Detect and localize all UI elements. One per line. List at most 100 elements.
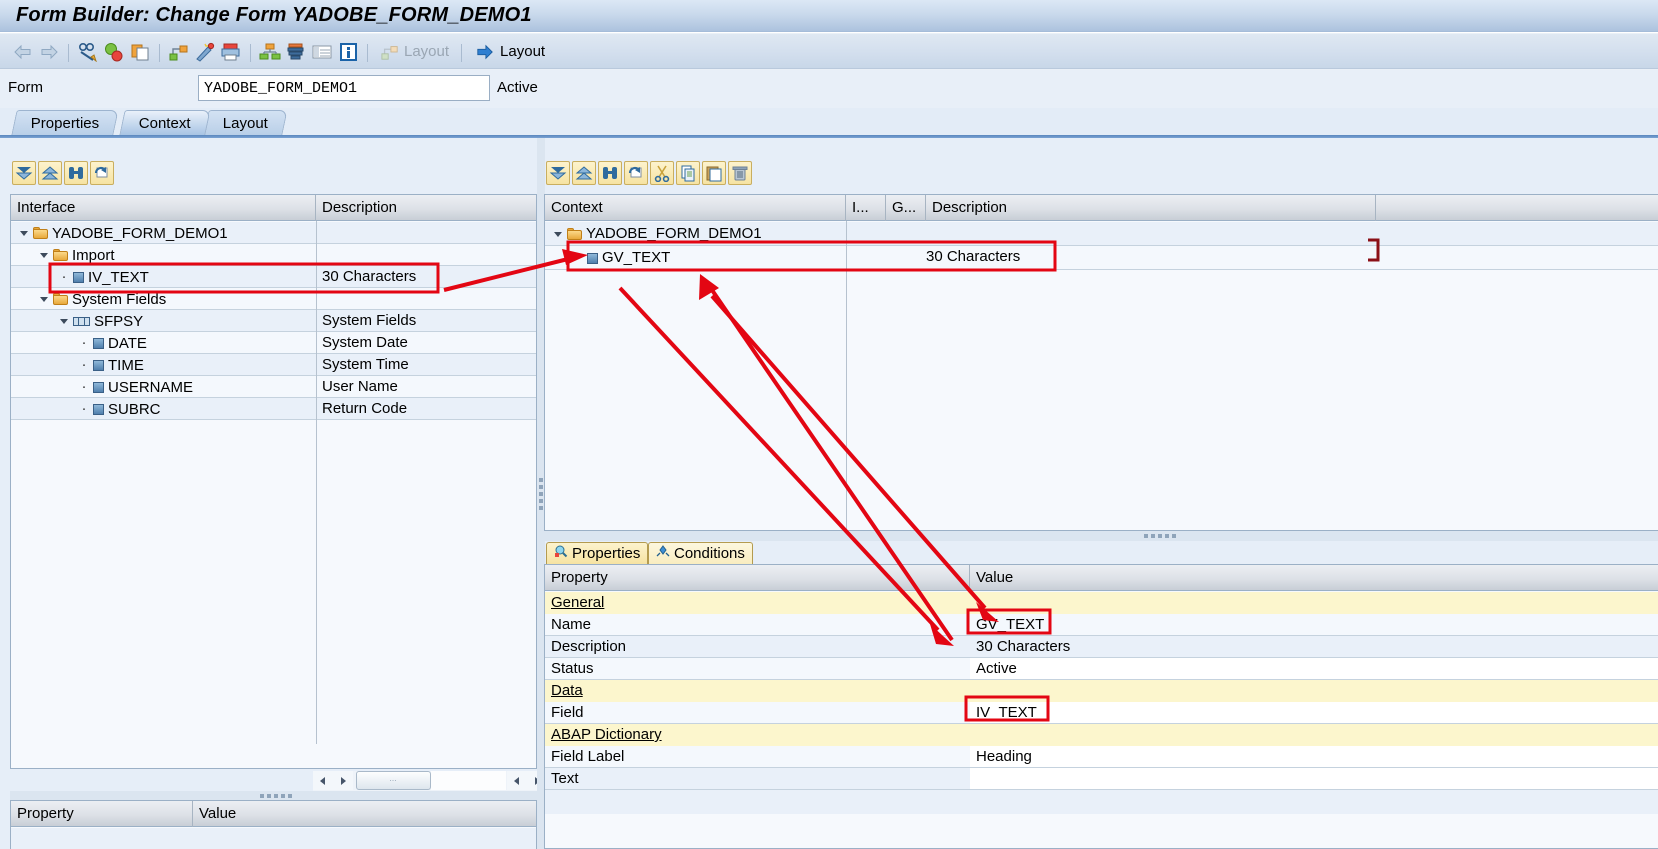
activate-icon[interactable] bbox=[101, 39, 127, 65]
table-row[interactable]: YADOBE_FORM_DEMO1 bbox=[11, 222, 536, 244]
property-value[interactable]: Heading bbox=[970, 746, 1658, 767]
interface-properties-grid[interactable]: Property Value bbox=[10, 800, 537, 849]
table-row[interactable]: YADOBE_FORM_DEMO1 bbox=[545, 222, 1658, 246]
tree-node[interactable]: · IV_TEXT bbox=[59, 266, 149, 288]
scroll-right-button[interactable] bbox=[333, 771, 353, 790]
find-button[interactable] bbox=[64, 161, 88, 185]
expand-collapse-twisty[interactable] bbox=[19, 228, 29, 238]
tree-node[interactable]: Import bbox=[39, 244, 115, 266]
property-value[interactable]: IV_TEXT bbox=[970, 702, 1658, 723]
property-value[interactable] bbox=[970, 680, 1658, 702]
form-name-input[interactable] bbox=[198, 75, 490, 101]
property-value[interactable]: Active bbox=[970, 658, 1658, 679]
copy-button[interactable] bbox=[676, 161, 700, 185]
expand-collapse-twisty[interactable] bbox=[59, 316, 69, 326]
property-empty-row[interactable] bbox=[545, 790, 1658, 814]
tab-node-properties[interactable]: Properties bbox=[546, 542, 649, 564]
property-section-row[interactable]: General bbox=[545, 592, 1658, 614]
back-icon[interactable] bbox=[10, 39, 36, 65]
layout-button[interactable]: Layout bbox=[468, 39, 551, 65]
table-row[interactable]: Import bbox=[11, 244, 536, 266]
table-row[interactable]: System Fields bbox=[11, 288, 536, 310]
property-value[interactable]: 30 Characters bbox=[970, 636, 1658, 658]
property-section-row[interactable]: ABAP Dictionary bbox=[545, 724, 1658, 746]
table-row[interactable]: · TIME System Time bbox=[11, 354, 536, 376]
property-row[interactable]: Field Label Heading bbox=[545, 746, 1658, 768]
column-header-value[interactable]: Value bbox=[193, 801, 538, 827]
tab-node-conditions[interactable]: Conditions bbox=[648, 542, 753, 564]
interface-properties-empty-row[interactable] bbox=[11, 828, 536, 849]
tree-node[interactable]: · USERNAME bbox=[79, 376, 194, 398]
wizard-icon[interactable] bbox=[192, 39, 218, 65]
forward-icon[interactable] bbox=[36, 39, 62, 65]
expand-collapse-twisty[interactable] bbox=[39, 294, 49, 304]
expand-all-button[interactable] bbox=[546, 161, 570, 185]
hierarchy-icon[interactable] bbox=[257, 39, 283, 65]
table-icon[interactable] bbox=[309, 39, 335, 65]
column-header-context[interactable]: Context bbox=[545, 195, 846, 221]
property-value[interactable]: GV_TEXT bbox=[970, 614, 1658, 636]
property-value[interactable] bbox=[970, 724, 1658, 746]
context-tree-grid[interactable]: Context I... G... Description YADOBE_FOR… bbox=[544, 194, 1658, 532]
refresh-button[interactable] bbox=[90, 161, 114, 185]
copy-form-icon[interactable] bbox=[127, 39, 153, 65]
tree-node[interactable]: · SUBRC bbox=[79, 398, 161, 420]
scroll-left-button-2[interactable] bbox=[507, 771, 527, 790]
node-properties-grid[interactable]: Property Value General Name GV_TEXT Descrip… bbox=[544, 564, 1658, 849]
tree-node[interactable]: · GV_TEXT bbox=[573, 246, 671, 270]
expand-collapse-twisty[interactable] bbox=[553, 229, 563, 239]
expand-all-button[interactable] bbox=[12, 161, 36, 185]
scroll-track[interactable] bbox=[431, 771, 506, 790]
column-header-interface[interactable]: Interface bbox=[11, 195, 316, 221]
table-row[interactable]: · USERNAME User Name bbox=[11, 376, 536, 398]
column-header-property[interactable]: Property bbox=[11, 801, 193, 827]
table-row[interactable]: · DATE System Date bbox=[11, 332, 536, 354]
tab-properties[interactable]: Properties bbox=[11, 110, 120, 135]
paste-button[interactable] bbox=[702, 161, 726, 185]
scroll-left-button[interactable] bbox=[313, 771, 333, 790]
layers-icon[interactable] bbox=[283, 39, 309, 65]
information-icon[interactable] bbox=[335, 39, 361, 65]
table-row[interactable]: · IV_TEXT 30 Characters bbox=[11, 266, 536, 288]
tree-node[interactable]: YADOBE_FORM_DEMO1 bbox=[19, 222, 228, 244]
tree-node[interactable]: System Fields bbox=[39, 288, 166, 310]
column-header-property[interactable]: Property bbox=[545, 565, 970, 591]
context-panel-hsplitter[interactable] bbox=[544, 531, 1658, 541]
property-value[interactable] bbox=[970, 768, 1658, 789]
delete-button[interactable] bbox=[728, 161, 752, 185]
table-row[interactable]: · GV_TEXT 30 Characters bbox=[545, 246, 1658, 270]
table-row[interactable]: · SUBRC Return Code bbox=[11, 398, 536, 420]
property-value[interactable] bbox=[970, 592, 1658, 614]
print-preview-icon[interactable] bbox=[218, 39, 244, 65]
interface-tree-grid[interactable]: Interface Description YADOBE_FORM_DEMO1 I… bbox=[10, 194, 537, 769]
interface-panel-hsplitter[interactable] bbox=[10, 791, 537, 800]
column-header-value[interactable]: Value bbox=[970, 565, 1658, 591]
property-row[interactable]: Description 30 Characters bbox=[545, 636, 1658, 658]
create-node-icon[interactable] bbox=[166, 39, 192, 65]
tab-context[interactable]: Context bbox=[119, 110, 211, 135]
tree-node[interactable]: SFPSY bbox=[59, 310, 143, 332]
scroll-thumb[interactable]: ⋯ bbox=[356, 771, 431, 790]
tree-node[interactable]: YADOBE_FORM_DEMO1 bbox=[553, 222, 762, 246]
display-change-icon[interactable] bbox=[75, 39, 101, 65]
interface-hscrollbar[interactable]: ⋯ bbox=[313, 771, 547, 791]
expand-collapse-twisty[interactable] bbox=[39, 250, 49, 260]
cut-button[interactable] bbox=[650, 161, 674, 185]
refresh-button[interactable] bbox=[624, 161, 648, 185]
find-button[interactable] bbox=[598, 161, 622, 185]
property-row[interactable]: Name GV_TEXT bbox=[545, 614, 1658, 636]
collapse-all-button[interactable] bbox=[572, 161, 596, 185]
collapse-all-button[interactable] bbox=[38, 161, 62, 185]
tab-layout[interactable]: Layout bbox=[203, 110, 288, 135]
property-row[interactable]: Status Active bbox=[545, 658, 1658, 680]
column-header-g[interactable]: G... bbox=[886, 195, 926, 221]
tree-node[interactable]: · TIME bbox=[79, 354, 144, 376]
tree-node[interactable]: · DATE bbox=[79, 332, 147, 354]
property-row[interactable]: Field IV_TEXT bbox=[545, 702, 1658, 724]
table-row[interactable]: SFPSY System Fields bbox=[11, 310, 536, 332]
property-row[interactable]: Text bbox=[545, 768, 1658, 790]
column-header-description[interactable]: Description bbox=[316, 195, 538, 221]
column-header-filler[interactable] bbox=[1376, 195, 1658, 221]
column-header-i[interactable]: I... bbox=[846, 195, 886, 221]
column-header-description[interactable]: Description bbox=[926, 195, 1376, 221]
